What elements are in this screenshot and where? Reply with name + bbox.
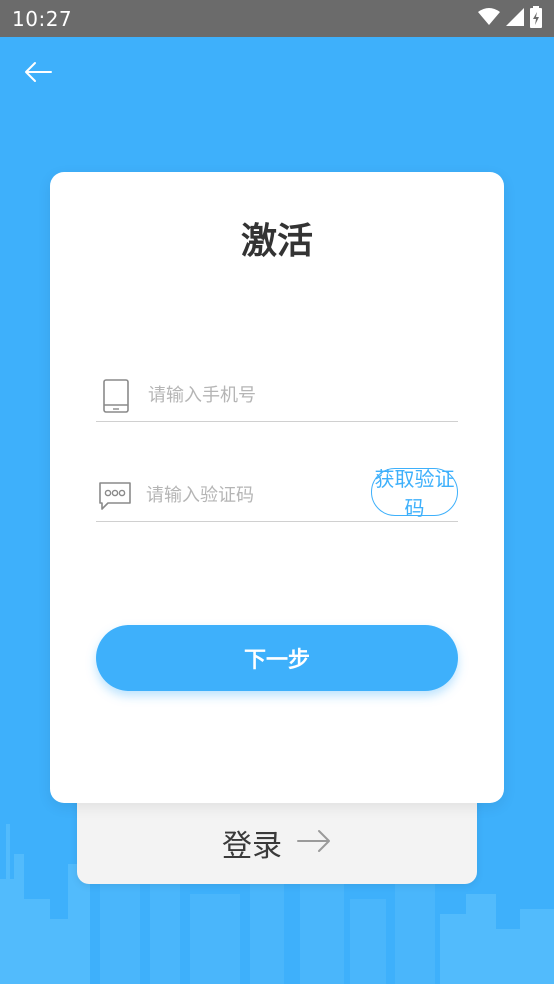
phone-input[interactable] — [148, 375, 458, 416]
activation-card: 激活 获取验证码 下一步 — [50, 172, 504, 803]
next-button[interactable]: 下一步 — [96, 625, 458, 691]
login-link[interactable]: 登录 — [77, 818, 477, 868]
login-label: 登录 — [222, 829, 282, 864]
battery-icon — [530, 5, 542, 32]
get-code-button[interactable]: 获取验证码 — [371, 467, 458, 520]
status-time: 10:27 — [12, 6, 73, 31]
status-bar: 10:27 — [0, 0, 554, 37]
code-input[interactable] — [146, 475, 371, 516]
message-icon — [98, 478, 132, 514]
arrow-left-icon — [23, 60, 53, 88]
status-icons — [478, 5, 542, 32]
phone-field — [96, 370, 458, 422]
phone-icon — [98, 378, 134, 414]
wifi-icon — [478, 7, 500, 30]
arrow-right-icon — [296, 828, 332, 858]
code-field: 获取验证码 — [96, 467, 458, 522]
signal-icon — [506, 7, 524, 30]
back-button[interactable] — [20, 58, 56, 90]
page-title: 激活 — [240, 221, 313, 262]
